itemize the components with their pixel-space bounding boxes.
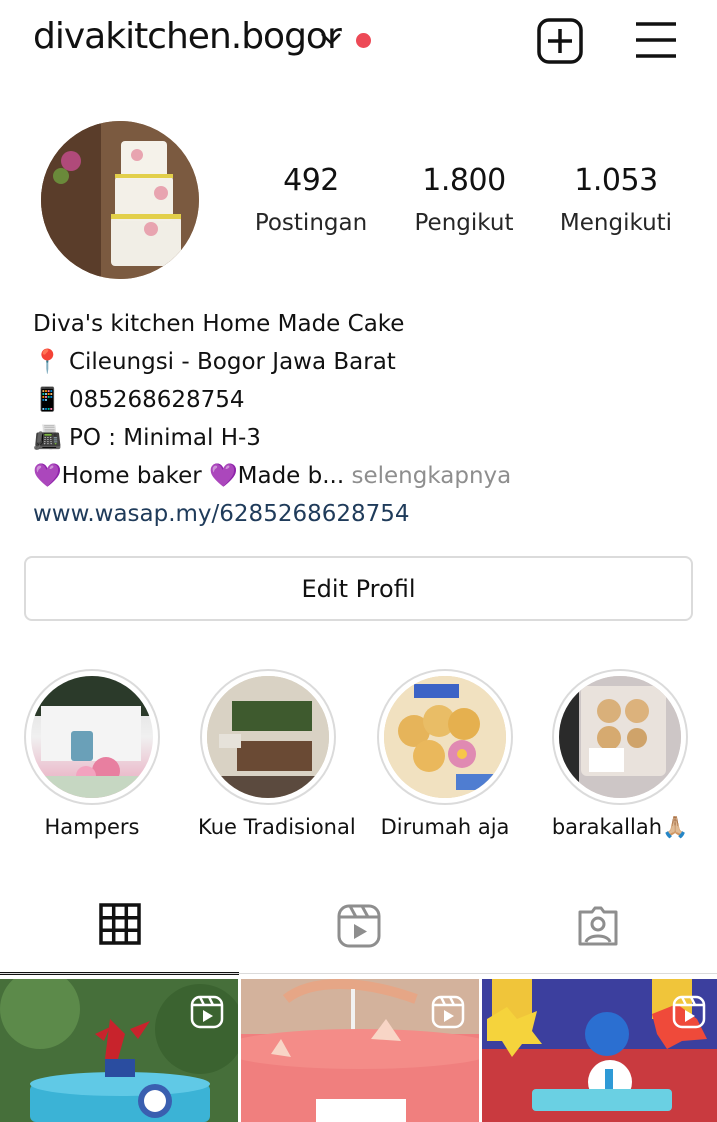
fax-icon: 📠 xyxy=(33,425,62,451)
followers-label: Pengikut xyxy=(414,210,514,236)
bio-phone: 📱 085268628754 xyxy=(33,381,511,419)
post-thumbnail[interactable] xyxy=(241,979,479,1122)
hamburger-menu-icon[interactable] xyxy=(634,20,678,60)
bio-location: 📍 Cileungsi - Bogor Jawa Barat xyxy=(33,343,511,381)
profile-bio: Diva's kitchen Home Made Cake 📍 Cileungs… xyxy=(33,305,511,533)
highlight-ring xyxy=(200,669,336,805)
bio-line5-b: Made b... xyxy=(237,463,345,489)
reel-badge-icon xyxy=(190,995,224,1029)
pin-icon: 📍 xyxy=(33,349,62,375)
tab-reels[interactable] xyxy=(239,880,478,975)
highlight-label: Kue Tradisional xyxy=(198,815,356,839)
highlight-ring xyxy=(552,669,688,805)
story-highlight[interactable]: Dirumah aja xyxy=(375,669,515,839)
plus-square-icon[interactable] xyxy=(535,16,585,66)
tab-tagged[interactable] xyxy=(478,880,717,975)
highlight-label: Hampers xyxy=(44,815,140,839)
bio-line-5: 💜Home baker 💜Made b... selengkapnya xyxy=(33,457,511,495)
reels-icon xyxy=(337,904,381,952)
post-thumbnail[interactable] xyxy=(0,979,238,1122)
purple-heart-icon: 💜 xyxy=(33,463,62,489)
grid-icon xyxy=(98,903,141,949)
posts-label: Postingan xyxy=(254,210,368,236)
profile-username[interactable]: divakitchen.bogor xyxy=(33,16,342,57)
post-thumbnail[interactable] xyxy=(482,979,717,1122)
bio-website-link[interactable]: www.wasap.my/6285268628754 xyxy=(33,495,511,533)
stat-followers[interactable]: 1.800 Pengikut xyxy=(389,163,539,236)
followers-count: 1.800 xyxy=(422,163,506,198)
highlight-ring xyxy=(24,669,160,805)
highlight-cover xyxy=(207,676,329,798)
story-highlight[interactable]: barakallah🙏🏼 xyxy=(550,669,690,840)
following-label: Mengikuti xyxy=(559,210,673,236)
bio-line5-a: Home baker xyxy=(61,463,209,489)
story-highlight[interactable]: Kue Tradisional xyxy=(198,669,356,839)
highlight-label: Dirumah aja xyxy=(380,815,510,839)
purple-heart-icon: 💜 xyxy=(208,463,238,489)
bio-po: 📠 PO : Minimal H-3 xyxy=(33,419,511,457)
phone-icon: 📱 xyxy=(33,387,62,413)
see-more-link[interactable]: selengkapnya xyxy=(344,463,511,489)
posts-count: 492 xyxy=(283,163,339,198)
following-count: 1.053 xyxy=(574,163,658,198)
bio-phone-text: 085268628754 xyxy=(68,387,245,413)
tab-posts-grid[interactable] xyxy=(0,880,239,975)
bio-name: Diva's kitchen Home Made Cake xyxy=(33,311,405,337)
stat-posts[interactable]: 492 Postingan xyxy=(236,163,386,236)
reel-badge-icon xyxy=(431,995,465,1029)
reel-badge-icon xyxy=(672,995,706,1029)
notification-dot xyxy=(356,33,371,48)
highlight-cover xyxy=(31,676,153,798)
highlight-label: barakallah🙏🏼 xyxy=(551,815,689,839)
bio-po-text: PO : Minimal H-3 xyxy=(68,425,261,451)
profile-avatar[interactable] xyxy=(41,121,199,279)
chevron-down-icon[interactable] xyxy=(319,30,343,48)
stat-following[interactable]: 1.053 Mengikuti xyxy=(541,163,691,236)
highlight-cover xyxy=(559,676,681,798)
tagged-icon xyxy=(576,904,620,952)
bio-location-text: Cileungsi - Bogor Jawa Barat xyxy=(68,349,396,375)
edit-profile-button[interactable]: Edit Profil xyxy=(24,556,693,621)
highlight-cover xyxy=(384,676,506,798)
story-highlight[interactable]: Hampers xyxy=(22,669,162,839)
tabs-divider xyxy=(0,973,717,974)
highlight-ring xyxy=(377,669,513,805)
